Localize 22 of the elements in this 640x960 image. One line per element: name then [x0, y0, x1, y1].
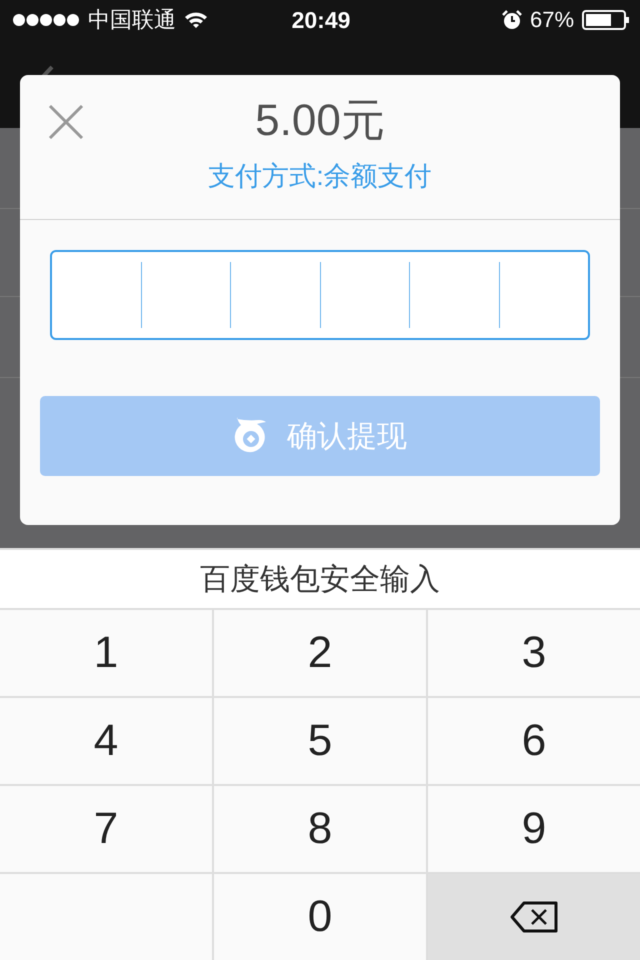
close-icon[interactable] [48, 105, 84, 139]
payment-method: 支付方式:余额支付 [208, 160, 432, 193]
digit-key[interactable]: 3 [428, 610, 640, 696]
alarm-icon [502, 10, 522, 30]
digit-key[interactable]: 5 [214, 698, 426, 784]
clock-time: 20:49 [292, 6, 350, 34]
digit-key[interactable]: 8 [214, 786, 426, 872]
amount: 5.00元 [255, 95, 385, 147]
carrier-name: 中国联通 [88, 6, 176, 34]
digit-key[interactable]: 9 [428, 786, 640, 872]
backspace-icon [510, 901, 558, 933]
signal-icon [12, 13, 80, 27]
wifi-icon [184, 11, 208, 29]
password-field[interactable] [50, 250, 590, 340]
digit-key[interactable]: 2 [214, 610, 426, 696]
digit-key[interactable]: 7 [0, 786, 212, 872]
battery-percent: 67% [530, 7, 574, 33]
digit-key[interactable]: 6 [428, 698, 640, 784]
digit-key[interactable]: 0 [214, 874, 426, 960]
digit-key[interactable]: 1 [0, 610, 212, 696]
battery-icon [582, 10, 630, 30]
digit-key[interactable]: 4 [0, 698, 212, 784]
